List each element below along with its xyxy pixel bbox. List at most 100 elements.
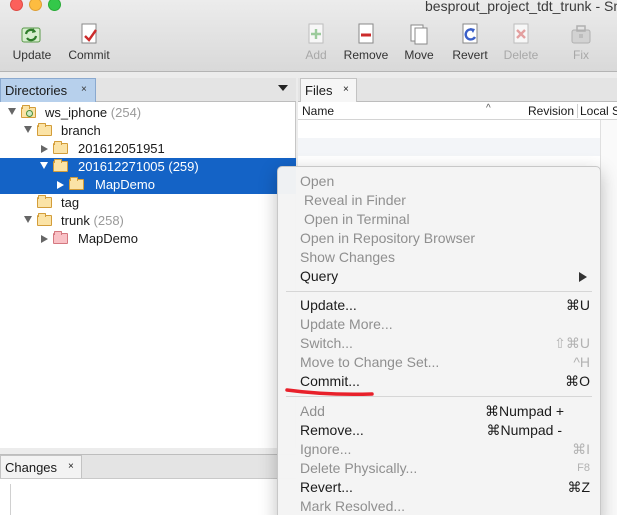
menu-item-shortcut: ⌘O [565,373,590,389]
menu-item-move-to-change-set[interactable]: Move to Change Set... ^H [278,353,600,372]
remove-button[interactable]: Remove [338,22,394,68]
tree-item-label: ws_iphone [45,105,108,120]
menu-item-mark-resolved[interactable]: Mark Resolved... [278,497,600,515]
directories-tab-bar: Directories × [0,78,296,102]
folder-icon [37,123,52,136]
menu-item-label: Ignore... [300,441,352,457]
window-toolbar: besprout_project_tdt_trunk - Sm Update C… [0,0,617,72]
menu-item-label: Add [300,403,325,419]
remove-icon [358,23,374,44]
tree-item-label: tag [61,195,80,210]
tree-item-trunk[interactable]: trunk (258) [0,212,296,230]
column-header-revision[interactable]: Revision [528,104,574,118]
folder-icon [37,195,52,208]
tree-item-label: 201612051951 [78,141,165,156]
disclosure-triangle-icon[interactable] [57,181,64,189]
disclosure-triangle-icon[interactable] [8,108,16,115]
add-button[interactable]: Add [288,22,344,68]
menu-item-shortcut: ⌘Numpad - [486,422,562,438]
disclosure-triangle-icon[interactable] [41,145,48,153]
menu-item-label: Remove... [300,422,364,438]
disclosure-triangle-icon[interactable] [24,126,32,133]
update-button[interactable]: Update [4,22,60,68]
menu-item-label: Move to Change Set... [300,354,440,370]
commit-button-label: Commit [68,48,110,62]
close-icon[interactable]: × [81,84,87,95]
tab-directories[interactable]: Directories × [0,78,96,102]
close-icon[interactable]: × [343,84,349,95]
menu-item-query[interactable]: Query [278,267,600,286]
window-title: besprout_project_tdt_trunk - Sm [425,0,617,14]
disclosure-triangle-icon[interactable] [41,235,48,243]
tab-files-label: Files [305,83,333,98]
menu-item-label: Update... [300,297,357,313]
directory-tree[interactable]: ws_iphone (254) branch 201612051951 2016… [0,102,296,448]
close-icon[interactable]: × [68,461,74,472]
tree-item-count: (258) [93,213,124,228]
commit-icon [81,23,97,44]
close-window-button[interactable] [10,0,23,11]
menu-item-delete-physically[interactable]: Delete Physically... F8 [278,459,600,478]
update-button-label: Update [12,48,52,62]
tree-item-201612271005[interactable]: 201612271005 (259) [0,158,296,176]
menu-item-shortcut: ^H [573,354,590,370]
tree-item-tag[interactable]: tag [0,194,296,212]
menu-item-add[interactable]: Add ⌘Numpad + [278,402,600,421]
tab-files[interactable]: Files × [300,78,357,102]
menu-item-label: Switch... [300,335,353,351]
menu-item-ignore[interactable]: Ignore... ⌘I [278,440,600,459]
column-header-name[interactable]: Name [302,104,334,118]
menu-item-label: Open in Repository Browser [300,230,476,246]
menu-item-switch[interactable]: Switch... ⇧⌘U [278,334,600,353]
column-header-local-status[interactable]: Local St [577,104,617,118]
toolbox-icon [571,25,591,44]
menu-item-revert[interactable]: Revert... ⌘Z [278,478,600,497]
menu-item-shortcut: ⌘U [565,297,590,313]
menu-item-update[interactable]: Update... ⌘U [278,296,600,315]
update-icon [21,27,41,43]
disclosure-triangle-icon[interactable] [40,162,48,169]
minimize-window-button[interactable] [29,0,42,11]
move-button-label: Move [404,48,434,62]
move-icon [410,24,428,45]
menu-item-open[interactable]: Open [278,172,600,191]
menu-separator [286,291,592,292]
tree-item-mapdemo-branch[interactable]: MapDemo [0,176,296,194]
open-folder-icon [69,177,84,190]
folder-icon [53,141,68,154]
fix-button[interactable]: Fix [553,22,609,68]
menu-item-shortcut: F8 [577,462,590,474]
tree-item-201612051951[interactable]: 201612051951 [0,140,296,158]
menu-item-shortcut: ⌘Numpad + [485,403,564,419]
pane-divider [10,484,11,515]
menu-item-open-in-terminal[interactable]: Open in Terminal [278,210,600,229]
delete-button-label: Delete [503,48,539,62]
menu-item-remove[interactable]: Remove... ⌘Numpad - [278,421,600,440]
menu-item-label: Show Changes [300,249,395,265]
menu-item-show-changes[interactable]: Show Changes [278,248,600,267]
open-folder-icon [53,159,68,172]
tree-item-ws-iphone[interactable]: ws_iphone (254) [0,104,296,122]
menu-item-update-more[interactable]: Update More... [278,315,600,334]
menu-item-label: Update More... [300,316,393,332]
move-button[interactable]: Move [391,22,447,68]
revert-button[interactable]: Revert [442,22,498,68]
chevron-down-icon[interactable] [278,85,288,91]
menu-item-open-in-repository-browser[interactable]: Open in Repository Browser [278,229,600,248]
revert-icon [462,23,478,44]
menu-item-reveal-in-finder[interactable]: Reveal in Finder [278,191,600,210]
changes-panel[interactable] [0,478,296,515]
disclosure-triangle-icon[interactable] [24,216,32,223]
menu-item-label: Open in Terminal [304,211,410,227]
context-menu: Open Reveal in Finder Open in Terminal O… [277,166,601,515]
tree-item-branch[interactable]: branch [0,122,296,140]
tree-item-label: 201612271005 (259) [78,159,199,174]
delete-button[interactable]: Delete [493,22,549,68]
tab-changes[interactable]: Changes × [0,455,82,479]
tree-item-mapdemo-trunk[interactable]: MapDemo [0,230,296,248]
tree-item-label: trunk [61,213,90,228]
tab-changes-label: Changes [5,460,58,475]
commit-button[interactable]: Commit [61,22,117,68]
files-scrollbar[interactable] [600,120,617,515]
zoom-window-button[interactable] [48,0,61,11]
